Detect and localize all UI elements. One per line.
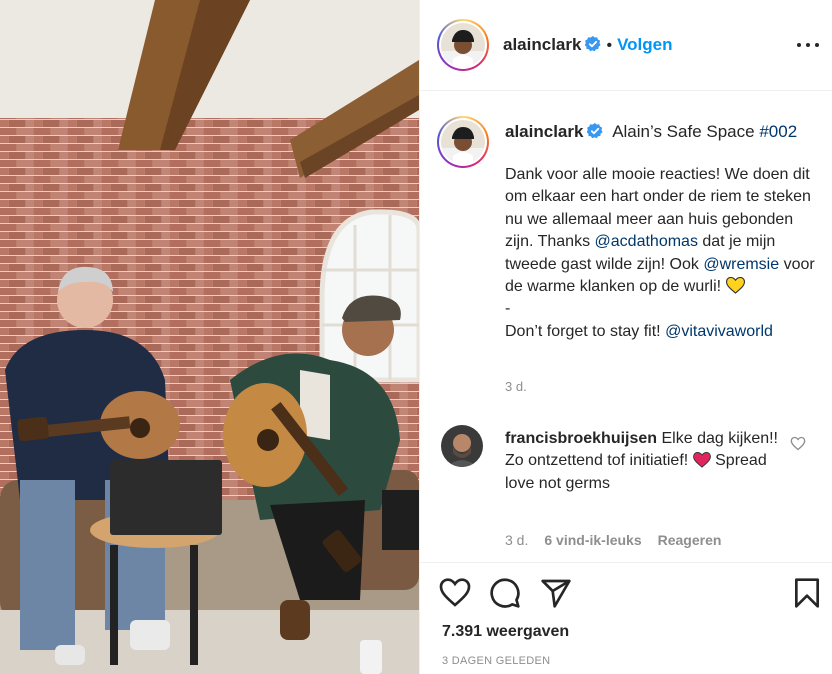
post-panel: alainclark • Volgen alainclark Alain’s S… [419, 0, 832, 674]
comments-area[interactable]: alainclark Alain’s Safe Space #002 Dank … [420, 92, 832, 562]
video-frame-image [0, 0, 419, 674]
post-media[interactable] [0, 0, 419, 674]
comment-text: francisbroekhuijsen Elke dag kijken!! Zo… [505, 428, 795, 495]
paper-plane-icon[interactable] [540, 577, 572, 609]
mention-vitavivaworld[interactable]: @vitavivaworld [665, 323, 773, 340]
follow-button[interactable]: Volgen [617, 35, 672, 54]
red-heart-icon [692, 452, 711, 469]
caption-avatar-image [441, 120, 485, 164]
post-actions: 7.391 weergaven 3 DAGEN GELEDEN [420, 562, 832, 674]
more-options-icon[interactable] [797, 36, 819, 52]
comment-timestamp[interactable]: 3 d. [505, 532, 528, 548]
comment-avatar[interactable] [441, 425, 483, 467]
caption-text: Dank voor alle mooie reacties! We doen d… [505, 164, 820, 343]
verified-badge-icon [587, 123, 604, 139]
caption-timestamp[interactable]: 3 d. [505, 379, 527, 394]
avatar-image [441, 23, 485, 67]
post-header: alainclark • Volgen [420, 0, 832, 91]
views-count[interactable]: 7.391 weergaven [442, 623, 569, 641]
bookmark-icon[interactable] [791, 577, 823, 609]
comment-bubble-icon[interactable] [489, 577, 521, 609]
posted-time[interactable]: 3 DAGEN GELEDEN [442, 655, 550, 667]
comment-likes-count[interactable]: 6 vind-ik-leuks [544, 532, 641, 548]
heart-outline-icon[interactable] [439, 577, 471, 609]
caption-username[interactable]: alainclark [505, 122, 583, 141]
avatar[interactable] [437, 19, 489, 71]
caption-part-4: Don’t forget to stay fit! [505, 322, 666, 340]
mention-wremsie[interactable]: @wremsie [703, 256, 779, 273]
comment-like-heart-icon[interactable] [790, 436, 806, 451]
verified-badge-icon [585, 36, 602, 52]
caption-header: alainclark Alain’s Safe Space #002 [505, 122, 797, 142]
comment-avatar-image [441, 425, 483, 467]
reply-button[interactable]: Reageren [658, 532, 722, 548]
yellow-heart-icon [725, 277, 745, 294]
caption-dash: - [505, 300, 511, 318]
comment-meta: 3 d. 6 vind-ik-leuks Reageren [505, 532, 737, 548]
caption-avatar[interactable] [437, 116, 489, 168]
caption-hashtag[interactable]: #002 [759, 122, 797, 141]
header-user-row: alainclark • Volgen [503, 35, 672, 55]
mention-acdathomas[interactable]: @acdathomas [595, 233, 698, 250]
header-username[interactable]: alainclark [503, 35, 581, 54]
caption-title: Alain’s Safe Space [612, 122, 755, 141]
comment-username[interactable]: francisbroekhuijsen [505, 430, 657, 447]
separator-dot: • [606, 37, 613, 54]
